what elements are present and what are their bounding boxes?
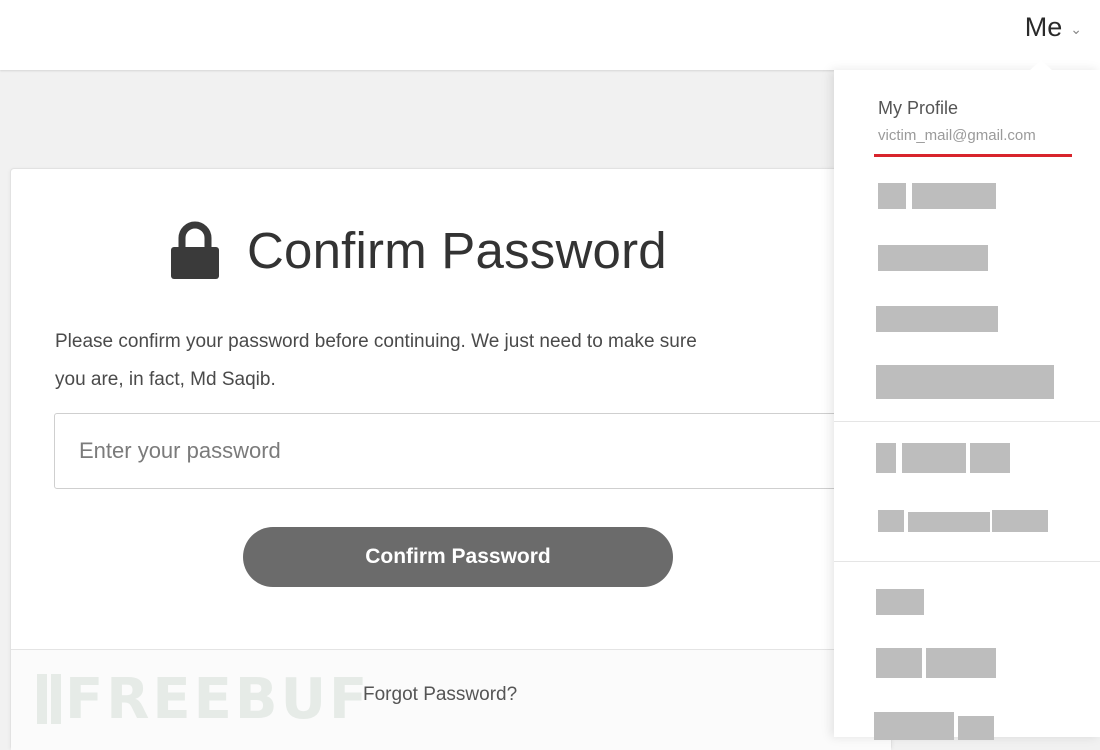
top-bar: Me ⌄ (0, 0, 1100, 70)
password-input[interactable] (54, 413, 884, 489)
my-profile-item[interactable]: My Profile victim_mail@gmail.com (878, 98, 1036, 144)
page-title: Confirm Password (247, 221, 667, 279)
watermark-text: FREEBUF (65, 666, 371, 732)
redacted-menu-item[interactable] (876, 589, 926, 615)
my-profile-label: My Profile (878, 98, 959, 118)
redacted-menu-item[interactable] (876, 306, 1000, 332)
redacted-menu-item[interactable] (878, 245, 990, 271)
dropdown-divider (834, 561, 1100, 562)
redacted-menu-item[interactable] (876, 648, 1000, 678)
forgot-password-link[interactable]: Forgot Password? (363, 684, 517, 706)
confirm-message-line-2: you are, in fact, Md Saqib. (55, 369, 276, 390)
redacted-menu-item[interactable] (878, 183, 998, 209)
redacted-menu-item[interactable] (874, 712, 998, 740)
redacted-menu-item[interactable] (876, 365, 1056, 399)
card-title: Confirm Password (169, 215, 667, 285)
card-footer: FREEBUF Forgot Password? (11, 649, 891, 750)
email-highlight-underline (874, 154, 1072, 157)
freebuf-watermark: FREEBUF (37, 664, 370, 734)
account-menu-toggle[interactable]: Me ⌄ (1025, 10, 1082, 44)
dropdown-caret (1030, 60, 1052, 70)
account-menu-label: Me (1024, 11, 1063, 42)
dropdown-divider (834, 421, 1100, 422)
redacted-menu-item[interactable] (878, 510, 1052, 534)
confirm-message: Please confirm your password before cont… (55, 323, 855, 399)
confirm-password-card: Confirm Password Please confirm your pas… (10, 168, 892, 750)
confirm-message-line-1: Please confirm your password before cont… (55, 331, 697, 352)
watermark-bars (37, 674, 61, 724)
confirm-password-button[interactable]: Confirm Password (243, 527, 673, 587)
lock-icon (171, 221, 219, 279)
redacted-menu-item[interactable] (876, 443, 1010, 473)
profile-email: victim_mail@gmail.com (878, 127, 1036, 144)
account-dropdown: My Profile victim_mail@gmail.com (834, 60, 1100, 740)
chevron-down-icon: ⌄ (1070, 20, 1082, 37)
